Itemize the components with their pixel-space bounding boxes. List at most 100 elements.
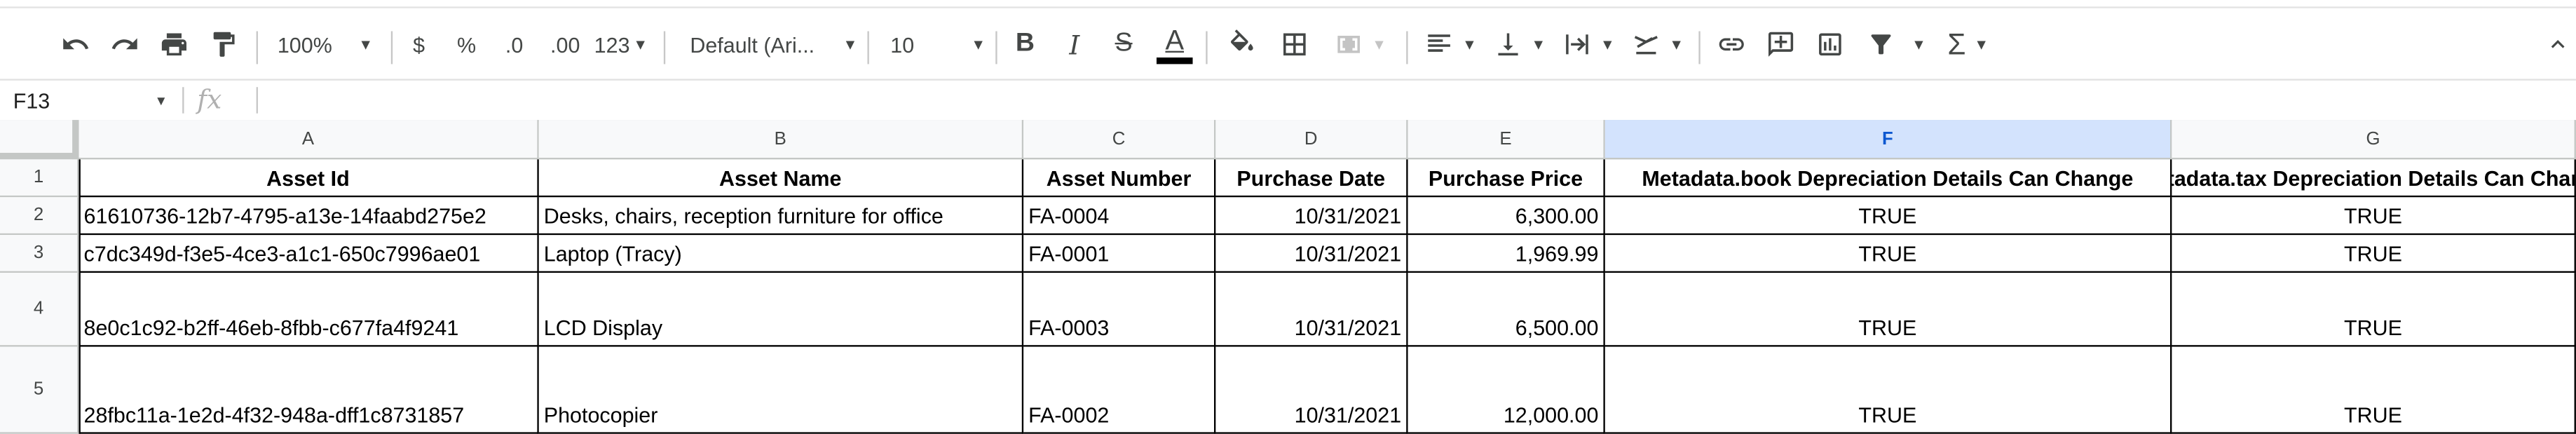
collapse-toolbar-icon[interactable] xyxy=(2540,8,2576,81)
number-format-select[interactable]: 123 ▼ xyxy=(592,8,650,81)
insert-comment-icon[interactable] xyxy=(1761,8,1800,81)
chevron-down-icon: ▼ xyxy=(1600,36,1615,53)
toolbar-divider xyxy=(390,31,393,65)
borders-icon[interactable] xyxy=(1275,8,1314,81)
undo-icon[interactable] xyxy=(56,8,95,81)
row-header-5[interactable]: 5 xyxy=(0,346,79,434)
paint-format-icon[interactable] xyxy=(204,8,243,81)
chevron-down-icon: ▼ xyxy=(971,36,986,53)
table-cell[interactable]: Desks, chairs, reception furniture for o… xyxy=(538,197,1024,236)
chevron-down-icon: ▼ xyxy=(1372,36,1386,53)
chevron-down-icon: ▼ xyxy=(1531,36,1546,53)
row-header-2[interactable]: 2 xyxy=(0,197,79,236)
table-cell[interactable]: 10/31/2021 xyxy=(1215,346,1408,434)
italic-button[interactable]: I xyxy=(1055,8,1094,81)
table-cell[interactable]: 8e0c1c92-b2ff-46eb-8fbb-c677fa4f9241 xyxy=(79,273,539,347)
column-header-a[interactable]: A xyxy=(79,120,539,160)
header-cell[interactable]: Asset Id xyxy=(79,159,539,198)
chevron-down-icon: ▼ xyxy=(1461,36,1477,53)
table-cell[interactable]: FA-0002 xyxy=(1023,346,1216,434)
toolbar-divider xyxy=(1698,31,1701,65)
insert-chart-icon[interactable] xyxy=(1811,8,1850,81)
increase-decimal-button[interactable]: .00 xyxy=(542,8,588,81)
table-cell[interactable]: LCD Display xyxy=(538,273,1024,347)
table-cell[interactable]: Laptop (Tracy) xyxy=(538,235,1024,273)
text-color-swatch xyxy=(1156,56,1193,64)
table-cell[interactable]: 6,300.00 xyxy=(1408,197,1605,236)
header-cell[interactable]: Metadata.book Depreciation Details Can C… xyxy=(1604,159,2172,198)
table-cell[interactable]: TRUE xyxy=(2172,273,2576,347)
table-cell[interactable]: TRUE xyxy=(1604,197,2172,236)
vertical-align-icon[interactable]: ▼ xyxy=(1488,8,1551,81)
table-cell[interactable]: TRUE xyxy=(2172,197,2576,236)
select-all-corner[interactable] xyxy=(0,120,79,160)
horizontal-align-icon[interactable]: ▼ xyxy=(1419,8,1482,81)
table-cell[interactable]: 10/31/2021 xyxy=(1215,235,1408,273)
header-cell[interactable]: Asset Number xyxy=(1023,159,1216,198)
table-cell[interactable]: FA-0003 xyxy=(1023,273,1216,347)
font-family-select[interactable]: Default (Ari... ▼ xyxy=(680,8,857,81)
table-cell[interactable]: 28fbc11a-1e2d-4f32-948a-dff1c8731857 xyxy=(79,346,539,434)
table-cell[interactable]: FA-0004 xyxy=(1023,197,1216,236)
row-header-3[interactable]: 3 xyxy=(0,235,79,273)
column-header-e[interactable]: E xyxy=(1408,120,1605,160)
zoom-select[interactable]: 100% ▼ xyxy=(273,8,378,81)
table-cell[interactable]: 12,000.00 xyxy=(1408,346,1605,434)
strikethrough-button[interactable]: S xyxy=(1104,8,1143,81)
table-cell[interactable]: 10/31/2021 xyxy=(1215,273,1408,347)
column-header-b[interactable]: B xyxy=(538,120,1024,160)
bold-button[interactable]: B xyxy=(1005,8,1044,81)
name-box[interactable]: F13 ▼ xyxy=(0,81,177,120)
header-cell[interactable]: Asset Name xyxy=(538,159,1024,198)
italic-label: I xyxy=(1069,29,1080,60)
table-cell[interactable]: TRUE xyxy=(2172,346,2576,434)
currency-format-button[interactable]: $ xyxy=(401,8,437,81)
table-cell[interactable]: TRUE xyxy=(2172,235,2576,273)
decrease-decimal-button[interactable]: .0 xyxy=(493,8,536,81)
text-color-button[interactable]: A xyxy=(1153,8,1196,81)
formula-input[interactable] xyxy=(269,81,2576,120)
merge-cells-icon[interactable]: ▼ xyxy=(1328,8,1393,81)
redo-icon[interactable] xyxy=(105,8,144,81)
chevron-down-icon: ▼ xyxy=(843,36,858,53)
table-cell[interactable]: TRUE xyxy=(1604,235,2172,273)
column-header-f[interactable]: F xyxy=(1604,120,2172,160)
toolbar-divider xyxy=(1206,31,1208,65)
functions-button[interactable]: Σ ▼ xyxy=(1939,8,1998,81)
table-cell[interactable]: 10/31/2021 xyxy=(1215,197,1408,236)
toolbar-divider xyxy=(663,31,666,65)
number-format-label: 123 xyxy=(594,32,630,57)
fx-icon: fx xyxy=(197,83,222,116)
fill-color-icon[interactable] xyxy=(1222,8,1262,81)
spreadsheet-grid: A B C D E F G 1 2 3 4 5 Asset Id Asset Name Asset Numb… xyxy=(0,120,2576,434)
header-cell[interactable]: Metadata.tax Depreciation Details Can Ch… xyxy=(2172,159,2576,198)
text-rotation-icon[interactable]: ▼ xyxy=(1626,8,1689,81)
decrease-decimal-label: .0 xyxy=(505,32,524,57)
text-wrapping-icon[interactable]: ▼ xyxy=(1558,8,1620,81)
row-header-1[interactable]: 1 xyxy=(0,159,79,198)
header-cell[interactable]: Purchase Date xyxy=(1215,159,1408,198)
table-cell[interactable]: c7dc349d-f3e5-4ce3-a1c1-650c7996ae01 xyxy=(79,235,539,273)
percent-format-button[interactable]: % xyxy=(447,8,486,81)
column-header-g[interactable]: G xyxy=(2172,120,2576,160)
toolbar-divider xyxy=(995,31,997,65)
column-header-d[interactable]: D xyxy=(1215,120,1408,160)
column-header-c[interactable]: C xyxy=(1023,120,1216,160)
table-cell[interactable]: Photocopier xyxy=(538,346,1024,434)
header-cell[interactable]: Purchase Price xyxy=(1408,159,1605,198)
print-icon[interactable] xyxy=(154,8,193,81)
table-cell[interactable]: 1,969.99 xyxy=(1408,235,1605,273)
table-cell[interactable]: TRUE xyxy=(1604,273,2172,347)
toolbar-divider xyxy=(867,31,869,65)
divider xyxy=(256,87,258,114)
filter-icon[interactable]: ▼ xyxy=(1860,8,1932,81)
chevron-down-icon: ▼ xyxy=(1911,36,1926,53)
table-cell[interactable]: 61610736-12b7-4795-a13e-14faabd275e2 xyxy=(79,197,539,236)
font-size-select[interactable]: 10 ▼ xyxy=(878,8,986,81)
table-cell[interactable]: 6,500.00 xyxy=(1408,273,1605,347)
grid-left-border xyxy=(79,159,81,434)
row-header-4[interactable]: 4 xyxy=(0,273,79,347)
table-cell[interactable]: TRUE xyxy=(1604,346,2172,434)
insert-link-icon[interactable] xyxy=(1712,8,1751,81)
table-cell[interactable]: FA-0001 xyxy=(1023,235,1216,273)
